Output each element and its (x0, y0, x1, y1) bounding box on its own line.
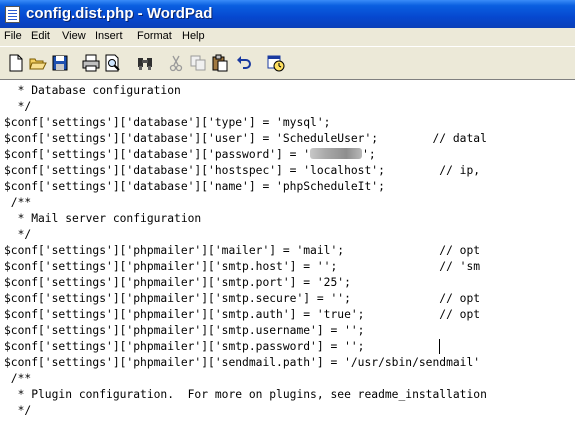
document-editor[interactable]: * Database configuration */ $conf['setti… (0, 79, 575, 428)
code-line: $conf['settings']['phpmailer']['smtp.sec… (4, 292, 481, 305)
new-icon[interactable] (6, 53, 26, 73)
code-line: $conf['settings']['database']['user'] = … (4, 132, 487, 145)
toolbar (0, 46, 575, 79)
text-caret (439, 339, 440, 354)
redacted-password (310, 148, 363, 159)
code-line: */ (4, 100, 32, 113)
code-line: $conf['settings']['phpmailer']['mailer']… (4, 244, 481, 257)
code-line: /** (4, 372, 32, 385)
find-icon[interactable] (135, 53, 155, 73)
menu-insert[interactable]: Insert (95, 30, 123, 42)
code-line: $conf['settings']['phpmailer']['smtp.use… (4, 324, 365, 337)
code-line: */ (4, 404, 32, 417)
password-line-text: $conf['settings']['database']['password'… (4, 148, 311, 161)
paste-icon[interactable] (210, 53, 230, 73)
copy-icon[interactable] (188, 53, 208, 73)
code-line-password: $conf['settings']['database']['password'… (4, 147, 575, 163)
code-line: $conf['settings']['phpmailer']['smtp.por… (4, 276, 351, 289)
print-icon[interactable] (81, 53, 101, 73)
open-icon[interactable] (28, 53, 48, 73)
document-text: * Database configuration */ $conf['setti… (4, 83, 575, 419)
window-title: config.dist.php - WordPad (26, 5, 213, 22)
code-line: $conf['settings']['phpmailer']['smtp.aut… (4, 308, 481, 321)
wordpad-document-icon[interactable] (5, 6, 20, 23)
code-line: $conf['settings']['phpmailer']['sendmail… (4, 356, 481, 369)
code-line: /** (4, 196, 32, 209)
code-line: */ (4, 228, 32, 241)
code-line: $conf['settings']['database']['name'] = … (4, 180, 385, 193)
code-line: $conf['settings']['database']['type'] = … (4, 116, 331, 129)
code-line: * Mail server configuration (4, 212, 202, 225)
undo-icon[interactable] (234, 53, 254, 73)
code-line: * Database configuration (4, 84, 181, 97)
title-bar[interactable]: config.dist.php - WordPad (0, 0, 575, 28)
code-line: $conf['settings']['database']['hostspec'… (4, 164, 481, 177)
save-icon[interactable] (50, 53, 70, 73)
menu-format[interactable]: Format (137, 30, 172, 42)
print-preview-icon[interactable] (103, 53, 123, 73)
menu-file[interactable]: File (4, 30, 22, 42)
menu-help[interactable]: Help (182, 30, 205, 42)
password-line-suffix: '; (362, 148, 376, 161)
menu-edit[interactable]: Edit (31, 30, 50, 42)
cut-icon[interactable] (166, 53, 186, 73)
code-line: * Plugin configuration. For more on plug… (4, 388, 487, 401)
menu-view[interactable]: View (62, 30, 86, 42)
code-line: $conf['settings']['phpmailer']['smtp.pas… (4, 340, 365, 353)
date-time-icon[interactable] (266, 53, 286, 73)
menu-bar: File Edit View Insert Format Help (0, 28, 575, 46)
code-line: $conf['settings']['phpmailer']['smtp.hos… (4, 260, 481, 273)
